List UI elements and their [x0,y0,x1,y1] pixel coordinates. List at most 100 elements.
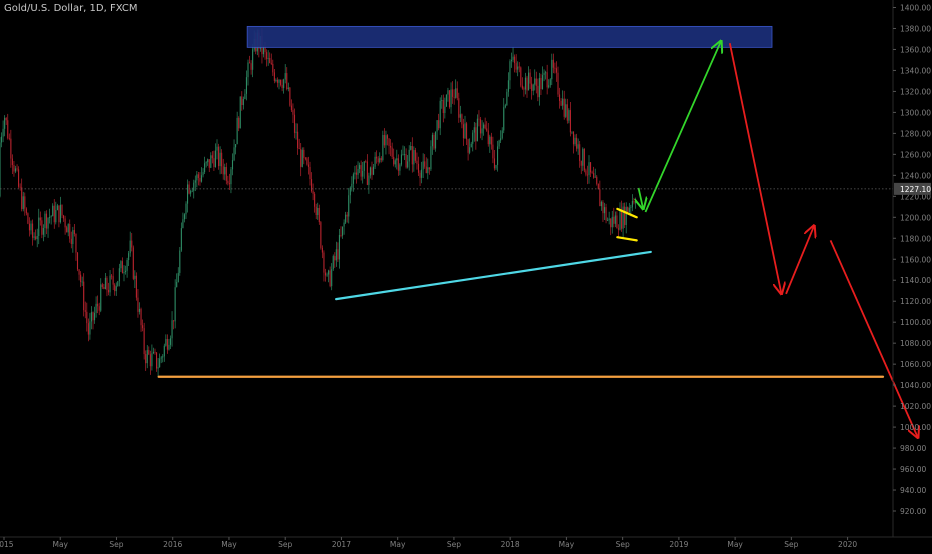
candle-body [177,272,179,282]
candle-body [284,73,286,80]
candle-body [245,77,247,94]
candle-body [19,186,21,188]
candle-body [321,247,323,253]
candle-body [377,158,379,163]
candle-body [106,277,108,290]
candle-body [390,145,392,148]
candle-body [67,224,69,233]
candle-body [363,161,365,171]
candle-body [436,120,438,132]
candle-body [270,62,272,64]
candle-body [89,321,91,335]
candle-body [355,172,358,175]
candle-body [572,131,575,145]
candle-body [137,297,139,312]
candle-body [87,323,89,335]
candle-body [597,183,599,190]
candle-body [238,117,240,129]
candle-body [576,137,578,149]
candle-body [187,184,189,204]
candle-body [44,213,46,229]
candle-body [342,226,344,236]
candle-body [596,176,598,184]
candle-body [28,223,30,231]
candle-body [354,172,356,175]
y-tick-label: 1140.00 [900,276,931,285]
candle-body [540,78,542,90]
candle-body [481,128,483,134]
candle-body [114,284,116,292]
candle-body [501,130,503,139]
candle-body [306,158,308,165]
candle-body [281,84,283,88]
candle-body [278,79,280,83]
candle-body [324,272,327,276]
candle-body [357,168,359,175]
candle-body [280,79,282,85]
candle-body [613,216,615,224]
candle-body [574,137,576,145]
candle-body [343,222,345,227]
candle-body [303,149,305,158]
trend-line-4[interactable] [616,236,638,242]
candle-body [329,270,331,287]
candle-body [385,135,387,146]
y-tick-label: 1080.00 [900,339,931,348]
candle-body [36,235,38,240]
candle-body [532,84,534,91]
candle-body [380,158,382,160]
candle-body [599,189,601,207]
trend-line-1[interactable] [335,250,652,301]
candle-body [543,72,545,76]
candle-body [275,79,277,81]
candle-body [331,269,333,287]
candle-body [58,205,60,223]
candle-body [111,275,113,277]
projection-arrow-5[interactable] [639,187,644,209]
candle-body [448,90,451,108]
candle-body [314,193,316,207]
candle-body [493,158,495,169]
candle-body [287,87,289,89]
resistance-zone-rect[interactable] [246,25,773,48]
candle-body [430,146,432,170]
candle-body [109,275,111,293]
candle-body [610,218,612,228]
projection-arrow-6[interactable] [644,41,721,213]
candle-body [335,249,337,261]
projection-arrow-7[interactable] [728,42,782,294]
candle-body [72,230,74,245]
candle-body [365,161,367,163]
candle-body [588,162,590,176]
x-axis[interactable]: 2015 May Sep 2016 May Sep 2017 May Sep 2018 May Sep… [0,536,932,549]
candle-body [631,201,633,208]
projection-arrow-8[interactable] [785,226,814,295]
candle-body [129,240,131,254]
y-tick-label: 1200.00 [900,213,931,222]
candle-body [2,128,4,137]
candle-body [625,207,627,226]
candle-body [394,160,396,165]
candle-body [346,214,348,217]
candle-body [531,83,533,91]
chart-svg[interactable]: 920.00 940.00 960.00 980.00 1000.00 1020.00 10… [0,0,932,550]
candle-body [227,180,229,184]
candle-body [528,72,530,91]
candle-body [431,134,433,147]
candle-body [145,354,147,364]
x-tick-label: May [727,540,743,549]
candle-body [269,57,271,63]
candle-body [633,201,635,203]
chart-area[interactable]: 920.00 940.00 960.00 980.00 1000.00 1020.00 10… [0,0,932,550]
candle-body [169,338,172,345]
candle-body [183,214,185,220]
candle-body [634,202,637,203]
y-axis[interactable]: 920.00 940.00 960.00 980.00 1000.00 1020.00 10… [892,0,931,537]
candle-body [473,127,475,133]
candle-body [76,252,79,270]
candle-body [492,144,494,159]
candle-body [478,118,480,120]
candle-body [366,161,368,185]
candle-body [470,143,472,148]
candle-body [264,47,266,53]
